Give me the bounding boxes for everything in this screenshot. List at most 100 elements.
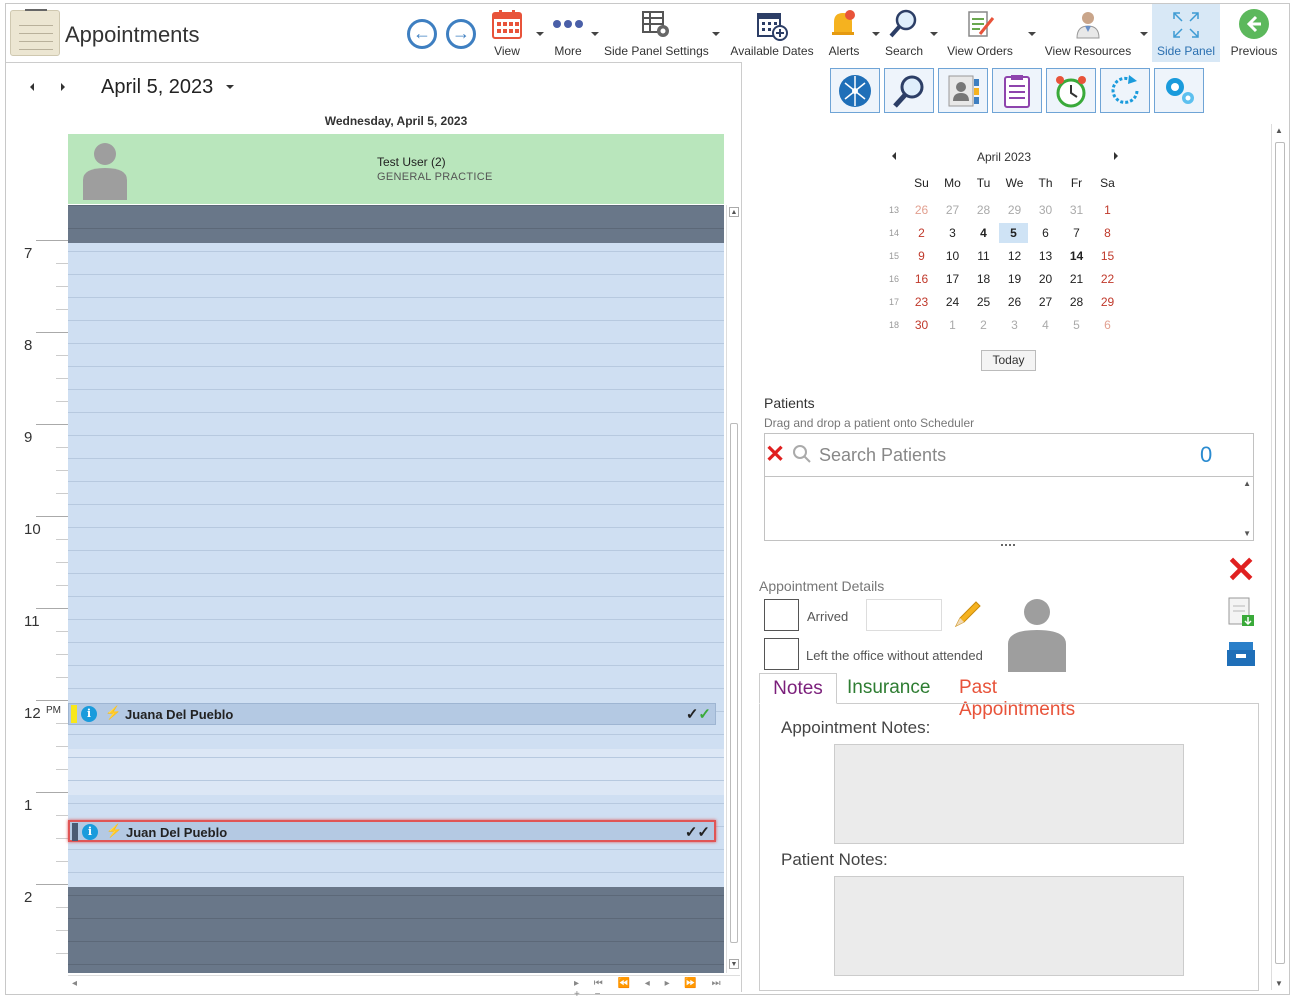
today-button[interactable]: Today bbox=[981, 350, 1036, 371]
patient-search[interactable]: ✕ Search Patients 0 bbox=[764, 433, 1254, 477]
calendar-day[interactable]: 6 bbox=[1092, 318, 1123, 332]
calendar-day[interactable]: 6 bbox=[1030, 226, 1061, 240]
calendar-day[interactable]: 12 bbox=[999, 249, 1030, 263]
view-orders-button[interactable]: View Orders bbox=[942, 4, 1018, 62]
calendar-day[interactable]: 4 bbox=[968, 226, 999, 240]
calendar-day[interactable]: 28 bbox=[968, 203, 999, 217]
chevron-down-icon[interactable] bbox=[872, 32, 880, 36]
back-arrow-icon[interactable]: ← bbox=[407, 19, 437, 49]
delete-icon[interactable]: ✕ bbox=[1226, 552, 1256, 588]
calendar-day[interactable]: 22 bbox=[1092, 272, 1123, 286]
available-dates-button[interactable]: Available Dates bbox=[726, 4, 818, 62]
info-icon[interactable]: i bbox=[81, 706, 97, 722]
calendar-day[interactable]: 5 bbox=[999, 223, 1028, 243]
calendar-day[interactable]: 23 bbox=[906, 295, 937, 309]
chevron-down-icon[interactable] bbox=[1028, 32, 1036, 36]
calendar-day[interactable]: 30 bbox=[1030, 203, 1061, 217]
calendar-day[interactable]: 14 bbox=[1061, 249, 1092, 263]
left-office-checkbox[interactable] bbox=[764, 638, 799, 670]
clear-icon[interactable]: ✕ bbox=[765, 440, 785, 469]
calendar-day[interactable]: 2 bbox=[906, 226, 937, 240]
patient-list[interactable]: ▲ ▼ bbox=[764, 477, 1254, 541]
calendar-day[interactable]: 25 bbox=[968, 295, 999, 309]
arrived-checkbox[interactable] bbox=[764, 599, 799, 631]
vertical-scrollbar[interactable]: ▲ ▼ bbox=[726, 205, 740, 973]
chevron-down-icon[interactable] bbox=[1140, 32, 1148, 36]
next-day-icon[interactable] bbox=[61, 83, 65, 91]
calendar-day[interactable]: 3 bbox=[937, 226, 968, 240]
appointment-notes-field[interactable] bbox=[834, 744, 1184, 844]
contacts-tool-button[interactable] bbox=[938, 68, 988, 113]
chevron-down-icon[interactable] bbox=[712, 32, 720, 36]
tab-insurance[interactable]: Insurance bbox=[847, 677, 930, 699]
calendar-day[interactable]: 31 bbox=[1061, 203, 1092, 217]
calendar-day[interactable]: 16 bbox=[906, 272, 937, 286]
calendar-day[interactable]: 28 bbox=[1061, 295, 1092, 309]
search-tool-button[interactable] bbox=[884, 68, 934, 113]
forward-arrow-icon[interactable]: → bbox=[446, 19, 476, 49]
clipboard-tool-button[interactable] bbox=[992, 68, 1042, 113]
calendar-day[interactable]: 18 bbox=[968, 272, 999, 286]
calendar-day[interactable]: 17 bbox=[937, 272, 968, 286]
appointment-juana[interactable]: i ⚡ Juana Del Pueblo ✓✓ bbox=[68, 703, 716, 725]
alarm-tool-button[interactable] bbox=[1046, 68, 1096, 113]
settings-tool-button[interactable] bbox=[1154, 68, 1204, 113]
search-button[interactable]: Search bbox=[884, 4, 924, 62]
view-button[interactable]: View bbox=[486, 4, 528, 62]
scheduler-date[interactable]: April 5, 2023 bbox=[101, 76, 213, 99]
calendar-day[interactable]: 1 bbox=[937, 318, 968, 332]
calendar-day[interactable]: 30 bbox=[906, 318, 937, 332]
calendar-day[interactable]: 5 bbox=[1061, 318, 1092, 332]
appointment-juan[interactable]: i ⚡ Juan Del Pueblo ✓✓ bbox=[68, 820, 716, 842]
prev-day-icon[interactable] bbox=[30, 83, 34, 91]
calendar-day[interactable]: 1 bbox=[1092, 203, 1123, 217]
calendar-day[interactable]: 2 bbox=[968, 318, 999, 332]
calendar-day[interactable]: 11 bbox=[968, 249, 999, 263]
calendar-day[interactable]: 26 bbox=[906, 203, 937, 217]
calendar-day[interactable]: 19 bbox=[999, 272, 1030, 286]
calendar-day[interactable]: 21 bbox=[1061, 272, 1092, 286]
splitter-handle[interactable] bbox=[1001, 544, 1015, 546]
calendar-day[interactable]: 26 bbox=[999, 295, 1030, 309]
horizontal-scrollbar[interactable]: ◂ ▸ ⏮ ⏪ ◂ ▸ ⏩ ⏭ + − bbox=[68, 975, 740, 1000]
side-panel-button[interactable]: Side Panel bbox=[1152, 4, 1220, 62]
alerts-button[interactable]: Alerts bbox=[824, 4, 864, 62]
calendar-day[interactable]: 8 bbox=[1092, 226, 1123, 240]
chevron-down-icon[interactable] bbox=[591, 32, 599, 36]
calendar-day[interactable]: 10 bbox=[937, 249, 968, 263]
info-icon[interactable]: i bbox=[82, 824, 98, 840]
side-panel-scrollbar[interactable]: ▲ ▼ bbox=[1271, 124, 1287, 990]
refresh-tool-button[interactable] bbox=[1100, 68, 1150, 113]
calendar-day[interactable]: 15 bbox=[1092, 249, 1123, 263]
previous-button[interactable]: Previous bbox=[1224, 4, 1284, 62]
calendar-day[interactable]: 20 bbox=[1030, 272, 1061, 286]
calendar-day[interactable]: 24 bbox=[937, 295, 968, 309]
pencil-icon[interactable] bbox=[952, 598, 984, 630]
calendar-day[interactable]: 13 bbox=[1030, 249, 1061, 263]
calendar-day[interactable]: 27 bbox=[1030, 295, 1061, 309]
archive-icon[interactable] bbox=[1226, 640, 1256, 668]
calendar-day[interactable]: 29 bbox=[999, 203, 1030, 217]
patients-label: Patients bbox=[764, 395, 815, 411]
next-month-icon[interactable] bbox=[1114, 152, 1118, 160]
chevron-down-icon[interactable] bbox=[930, 32, 938, 36]
globe-tool-button[interactable] bbox=[830, 68, 880, 113]
side-panel-settings-button[interactable]: Side Panel Settings bbox=[604, 4, 709, 62]
search-input[interactable]: Search Patients bbox=[819, 445, 946, 466]
chevron-down-icon[interactable] bbox=[536, 32, 544, 36]
more-button[interactable]: More bbox=[548, 4, 588, 62]
document-download-icon[interactable] bbox=[1226, 596, 1256, 628]
quarter-tick bbox=[56, 907, 68, 908]
chevron-down-icon[interactable] bbox=[226, 85, 234, 89]
time-grid[interactable] bbox=[68, 205, 724, 973]
calendar-day[interactable]: 9 bbox=[906, 249, 937, 263]
patient-notes-field[interactable] bbox=[834, 876, 1184, 976]
arrived-time-field[interactable] bbox=[866, 599, 942, 631]
calendar-day[interactable]: 3 bbox=[999, 318, 1030, 332]
view-resources-button[interactable]: View Resources bbox=[1042, 4, 1134, 62]
calendar-day[interactable]: 4 bbox=[1030, 318, 1061, 332]
calendar-day[interactable]: 27 bbox=[937, 203, 968, 217]
tab-notes[interactable]: Notes bbox=[759, 673, 837, 704]
calendar-day[interactable]: 7 bbox=[1061, 226, 1092, 240]
calendar-day[interactable]: 29 bbox=[1092, 295, 1123, 309]
